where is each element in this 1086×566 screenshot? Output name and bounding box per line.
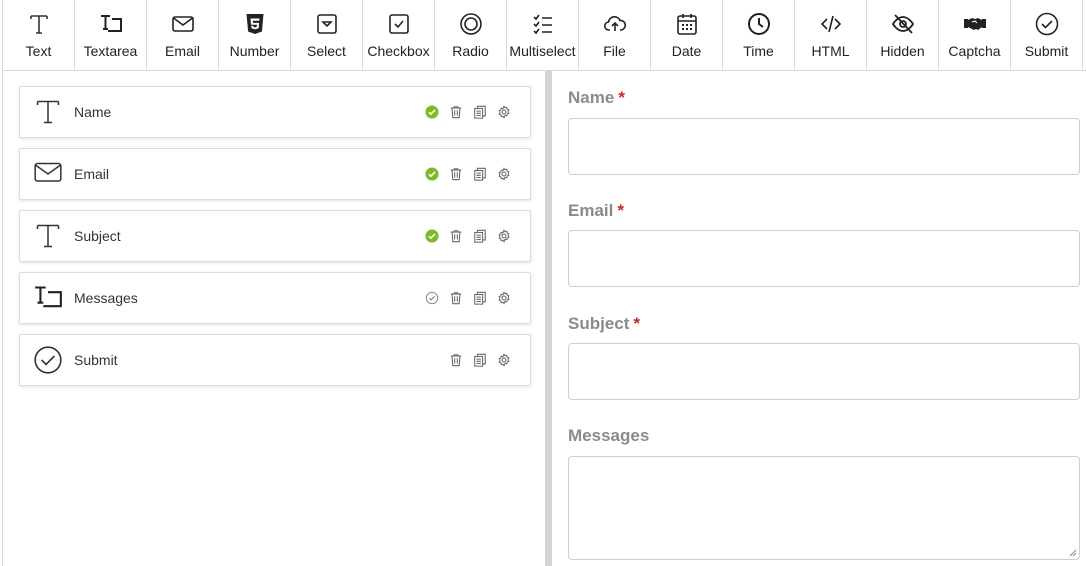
- label-text: Messages: [568, 426, 650, 445]
- tool-radio[interactable]: Radio: [435, 0, 507, 70]
- gear-icon[interactable]: [492, 348, 516, 372]
- tool-textarea[interactable]: Textarea: [75, 0, 147, 70]
- tool-hidden[interactable]: Hidden: [867, 0, 939, 70]
- select-icon: [315, 11, 339, 37]
- tool-number[interactable]: Number: [219, 0, 291, 70]
- gear-icon[interactable]: [492, 162, 516, 186]
- tool-label: Radio: [452, 43, 489, 59]
- tool-label: Checkbox: [367, 43, 430, 59]
- field-card-label: Email: [74, 166, 110, 182]
- preview-label-email: Email *: [568, 201, 624, 221]
- text-icon: [33, 221, 63, 251]
- email-input[interactable]: [568, 230, 1080, 287]
- required-star: *: [633, 314, 641, 333]
- name-input[interactable]: [568, 118, 1080, 175]
- tool-html[interactable]: HTML: [795, 0, 867, 70]
- tool-date[interactable]: Date: [651, 0, 723, 70]
- trash-icon[interactable]: [444, 162, 468, 186]
- preview-label-name: Name *: [568, 88, 625, 108]
- gear-icon[interactable]: [492, 224, 516, 248]
- field-card-label: Name: [74, 104, 112, 120]
- form-builder-fields-panel: Name Email Subject Messages Submit: [2, 71, 545, 566]
- calendar-icon: [675, 11, 699, 37]
- preview-label-subject: Subject *: [568, 314, 640, 334]
- envelope-icon: [171, 11, 195, 37]
- duplicate-icon[interactable]: [468, 348, 492, 372]
- messages-textarea[interactable]: [568, 456, 1080, 560]
- cloud-upload-icon: [603, 11, 627, 37]
- tool-label: Select: [307, 43, 346, 59]
- tool-checkbox[interactable]: Checkbox: [363, 0, 435, 70]
- text-icon: [33, 97, 63, 127]
- field-card-email[interactable]: Email: [19, 148, 531, 200]
- envelope-icon: [33, 159, 63, 189]
- eye-slash-icon: [891, 11, 915, 37]
- tool-label: Textarea: [83, 43, 138, 59]
- required-star: *: [617, 201, 624, 220]
- duplicate-icon[interactable]: [468, 162, 492, 186]
- field-card-label: Subject: [74, 228, 121, 244]
- trash-icon[interactable]: [444, 348, 468, 372]
- html5-icon: [243, 11, 267, 37]
- checkbox-icon: [387, 11, 411, 37]
- required-star: *: [618, 88, 625, 107]
- check-circle-icon: [33, 345, 63, 375]
- trash-icon[interactable]: [444, 224, 468, 248]
- required-toggle-icon[interactable]: [420, 162, 444, 186]
- tool-label: Date: [671, 43, 702, 59]
- tool-label: Captcha: [948, 43, 1001, 59]
- duplicate-icon[interactable]: [468, 100, 492, 124]
- tool-label: HTML: [811, 43, 850, 59]
- field-card-subject[interactable]: Subject: [19, 210, 531, 262]
- required-toggle-icon[interactable]: [420, 100, 444, 124]
- duplicate-icon[interactable]: [468, 286, 492, 310]
- text-icon: [27, 11, 51, 37]
- label-text: Name: [568, 88, 615, 107]
- field-card-submit[interactable]: Submit: [19, 334, 531, 386]
- tool-label: Number: [229, 43, 280, 59]
- radio-icon: [459, 11, 483, 37]
- tool-select[interactable]: Select: [291, 0, 363, 70]
- subject-input[interactable]: [568, 343, 1080, 400]
- required-toggle-icon[interactable]: [420, 224, 444, 248]
- gear-icon[interactable]: [492, 286, 516, 310]
- tool-text[interactable]: Text: [3, 0, 75, 70]
- field-card-label: Submit: [74, 352, 118, 368]
- tool-file[interactable]: File: [579, 0, 651, 70]
- tool-label: Submit: [1024, 43, 1069, 59]
- tool-label: Email: [164, 43, 200, 59]
- multiselect-icon: [531, 11, 555, 37]
- textarea-icon: [99, 11, 123, 37]
- trash-icon[interactable]: [444, 286, 468, 310]
- field-toolbar: Text Textarea Email Number Select Checkb…: [2, 0, 1086, 71]
- tool-label: Text: [25, 43, 52, 59]
- field-card-label: Messages: [74, 290, 138, 306]
- preview-label-messages: Messages: [568, 426, 649, 446]
- resize-handle-icon[interactable]: [1067, 547, 1077, 557]
- tool-multiselect[interactable]: Multiselect: [507, 0, 579, 70]
- tool-submit[interactable]: Submit: [1011, 0, 1083, 70]
- tool-time[interactable]: Time: [723, 0, 795, 70]
- required-toggle-icon[interactable]: [420, 286, 444, 310]
- label-text: Subject: [568, 314, 630, 333]
- field-card-name[interactable]: Name: [19, 86, 531, 138]
- handshake-icon: [963, 11, 987, 37]
- tool-captcha[interactable]: Captcha: [939, 0, 1011, 70]
- tool-email[interactable]: Email: [147, 0, 219, 70]
- trash-icon[interactable]: [444, 100, 468, 124]
- code-icon: [819, 11, 843, 37]
- panel-splitter[interactable]: [545, 71, 552, 566]
- clock-icon: [747, 11, 771, 37]
- check-circle-icon: [1035, 11, 1059, 37]
- tool-label: Time: [743, 43, 774, 59]
- tool-label: Multiselect: [509, 43, 576, 59]
- field-card-messages[interactable]: Messages: [19, 272, 531, 324]
- textarea-icon: [33, 283, 63, 313]
- tool-label: File: [603, 43, 626, 59]
- duplicate-icon[interactable]: [468, 224, 492, 248]
- label-text: Email: [568, 201, 614, 220]
- gear-icon[interactable]: [492, 100, 516, 124]
- tool-label: Hidden: [880, 43, 925, 59]
